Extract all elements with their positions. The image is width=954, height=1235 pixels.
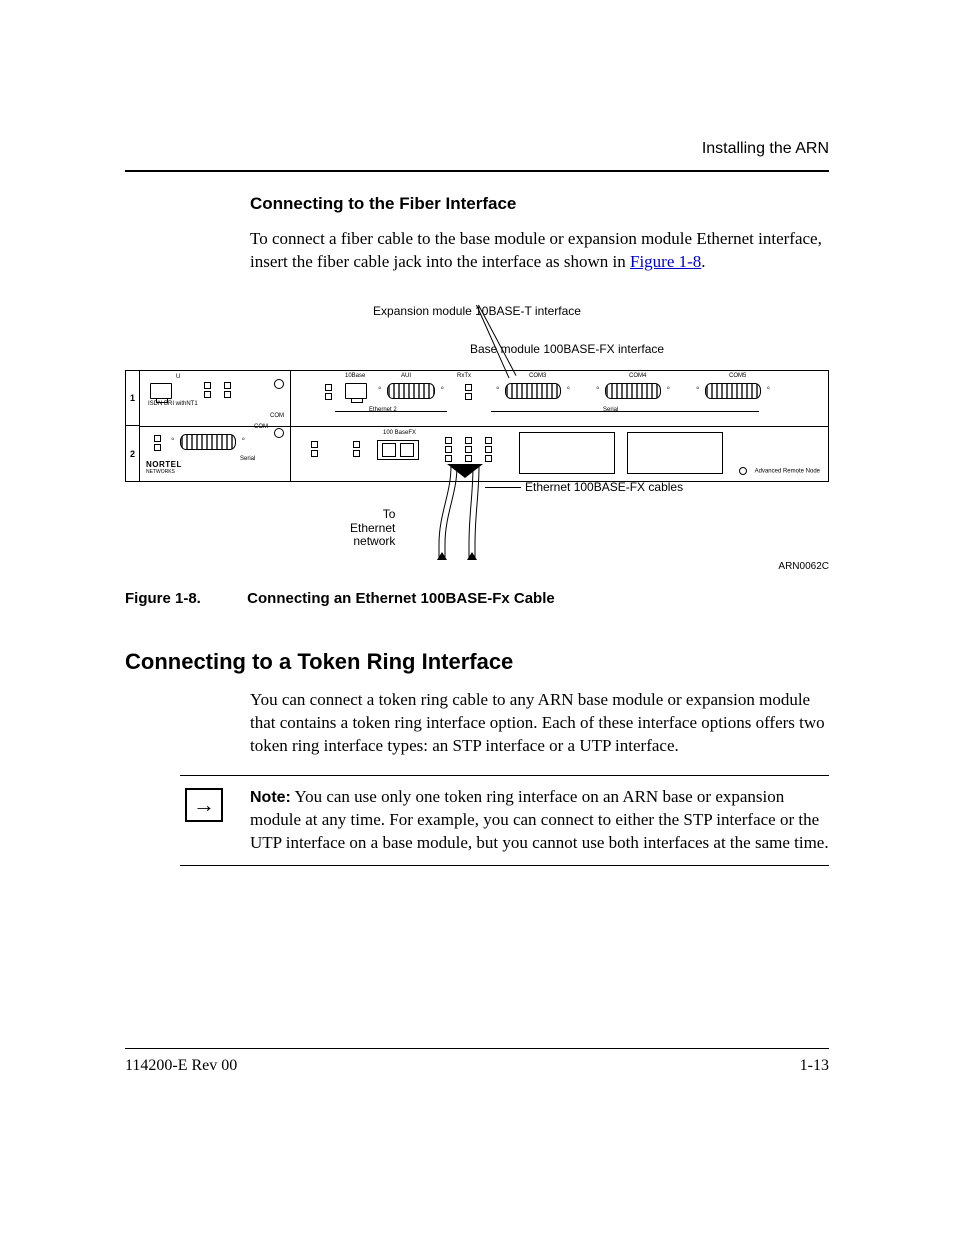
figure-caption: Figure 1-8. Connecting an Ethernet 100BA…	[125, 590, 829, 607]
slot-1-label: 1	[126, 371, 140, 426]
port-label-aui: AUI	[401, 373, 411, 379]
fiber-para-text-a: To connect a fiber cable to the base mod…	[250, 229, 822, 271]
callout-base: Base module 100BASE-FX interface	[305, 342, 829, 356]
port-label-com4: COM4	[629, 373, 646, 379]
device-diagram: 1 2 U ISDN BRI withNT1 COM 10Base	[125, 370, 829, 482]
figure-block: Expansion module 10BASE-T interface Base…	[125, 304, 829, 607]
note-text: Note: You can use only one token ring in…	[228, 786, 829, 855]
figure-code: ARN0062C	[778, 561, 829, 572]
brand-top: NORTEL	[146, 460, 182, 469]
fiber-paragraph: To connect a fiber cable to the base mod…	[250, 228, 829, 274]
token-ring-paragraph: You can connect a token ring cable to an…	[250, 689, 829, 758]
callout-to-ethernet: To Ethernet network	[350, 508, 395, 549]
fiber-heading: Connecting to the Fiber Interface	[250, 194, 829, 214]
note-block: → Note: You can use only one token ring …	[180, 775, 829, 866]
port-label-com3: COM3	[529, 373, 546, 379]
arn-label: Advanced Remote Node	[739, 467, 820, 475]
port-label-10base: 10Base	[345, 373, 365, 379]
header-rule	[125, 170, 829, 172]
port-label-serial-bot: Serial	[240, 456, 255, 462]
token-ring-heading: Connecting to a Token Ring Interface	[125, 649, 829, 675]
port-label-com-top: COM	[270, 413, 284, 419]
port-label-100basefx: 100 BaseFX	[383, 430, 416, 436]
arrow-icon: →	[185, 788, 223, 822]
figure-link[interactable]: Figure 1-8	[630, 252, 701, 271]
port-label-rxtx: RxTx	[457, 373, 471, 379]
port-label-serial-top: Serial	[603, 407, 618, 413]
port-label-ethernet2: Ethernet 2	[369, 407, 397, 413]
footer-page-number: 1-13	[800, 1057, 829, 1075]
callout-cables: Ethernet 100BASE-FX cables	[525, 480, 683, 494]
footer-doc-id: 114200-E Rev 00	[125, 1057, 237, 1075]
note-body: You can use only one token ring interfac…	[250, 787, 829, 852]
port-label-com-bot: COM	[254, 424, 268, 430]
note-label: Note:	[250, 789, 291, 806]
figure-number: Figure 1-8.	[125, 590, 243, 607]
slot-2-label: 2	[126, 425, 140, 481]
brand-bottom: NETWORKS	[146, 469, 182, 475]
port-label-isdn: ISDN BRI withNT1	[148, 401, 184, 407]
figure-title: Connecting an Ethernet 100BASE-Fx Cable	[247, 590, 555, 607]
brand-logo: NORTEL NETWORKS	[146, 460, 182, 475]
chapter-title: Installing the ARN	[125, 140, 829, 158]
port-label-com5: COM5	[729, 373, 746, 379]
port-label-u: U	[176, 374, 180, 380]
fiber-para-text-b: .	[701, 252, 705, 271]
